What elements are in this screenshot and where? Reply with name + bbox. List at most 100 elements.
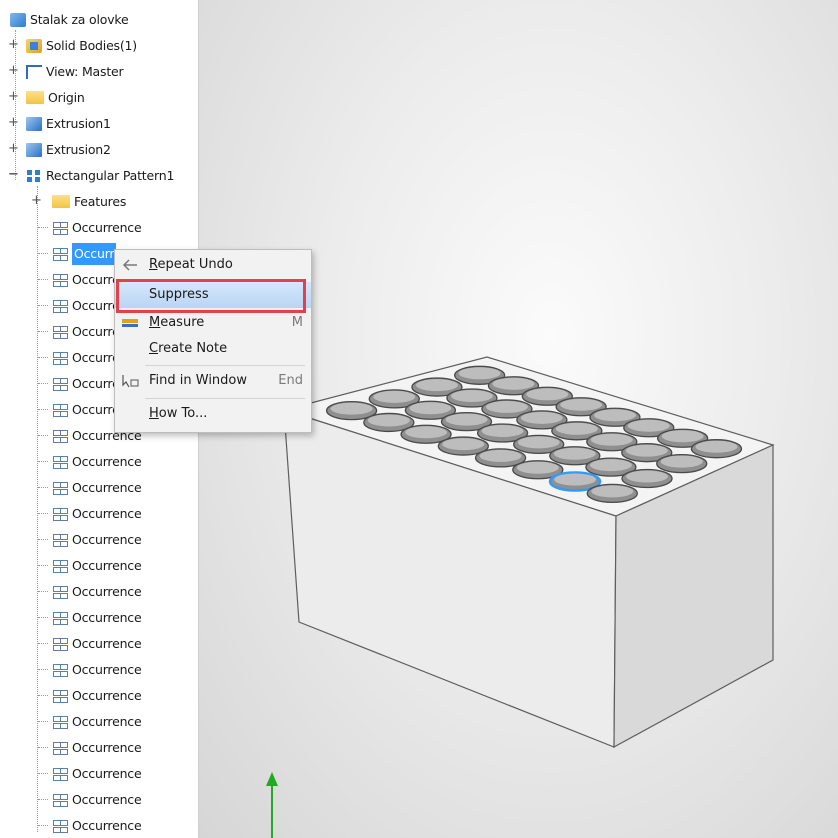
- expand-extrusion2-icon[interactable]: +: [8, 142, 19, 155]
- menu-item-suppress[interactable]: Suppress: [115, 282, 311, 308]
- expand-extrusion1-icon[interactable]: +: [8, 116, 19, 129]
- folder-icon: [52, 195, 70, 208]
- expand-features-icon[interactable]: +: [31, 194, 42, 207]
- browser-item-origin[interactable]: Origin: [26, 86, 85, 108]
- occurrence-icon: [52, 819, 68, 833]
- extrusion-icon: [26, 116, 42, 131]
- view-icon: [26, 64, 42, 79]
- hole-inner-wall: [661, 430, 704, 443]
- rectangular-pattern-icon: [26, 169, 42, 183]
- hole-inner-wall: [442, 438, 485, 451]
- browser-item-occurrence[interactable]: Occurrence: [52, 580, 142, 602]
- hole-inner-wall: [560, 398, 603, 411]
- hole-inner-wall: [492, 377, 535, 390]
- hole-inner-wall: [517, 436, 560, 449]
- hole-inner-wall: [526, 388, 569, 401]
- hole-inner-wall: [405, 426, 448, 439]
- hole-inner-wall: [409, 402, 452, 415]
- menu-item-repeat-undo[interactable]: Repeat Undo: [115, 252, 311, 278]
- browser-item-extrusion2[interactable]: Extrusion2: [26, 138, 111, 160]
- hole-inner-wall: [589, 459, 632, 472]
- occurrence-icon: [52, 429, 68, 443]
- occurrence-icon: [52, 273, 68, 287]
- occurrence-icon: [52, 663, 68, 677]
- browser-item-occurrence-selected[interactable]: Occurr: [52, 242, 117, 265]
- browser-root[interactable]: Stalak za olovke: [10, 8, 129, 30]
- hole-inner-wall: [520, 411, 563, 424]
- hole-inner-wall: [625, 444, 668, 457]
- menu-item-find-in-window[interactable]: Find in Window End: [115, 368, 311, 394]
- occurrence-icon: [52, 741, 68, 755]
- hole-inner-wall: [660, 455, 703, 468]
- browser-item-occurrence[interactable]: Occurrence: [52, 450, 142, 472]
- browser-item-occurrence[interactable]: Occurrence: [52, 554, 142, 576]
- browser-item-occurrence[interactable]: Occurrence: [52, 632, 142, 654]
- measure-icon: [122, 319, 138, 327]
- hole-inner-wall: [554, 473, 597, 486]
- browser-item-occurrence[interactable]: Occurrence: [52, 762, 142, 784]
- collapse-pattern-icon[interactable]: −: [8, 168, 19, 181]
- context-menu: Repeat Undo Suppress Measure M Create No…: [114, 249, 312, 433]
- occurrence-icon: [52, 767, 68, 781]
- occurrence-icon: [52, 403, 68, 417]
- browser-item-occurrence[interactable]: Occurrence: [52, 216, 142, 238]
- browser-item-occurrence[interactable]: Occurrence: [52, 502, 142, 524]
- occurrence-icon: [52, 351, 68, 365]
- solid-bodies-icon: [26, 38, 42, 53]
- part-icon: [10, 12, 26, 27]
- expand-origin-icon[interactable]: +: [8, 90, 19, 103]
- browser-item-occurrence[interactable]: Occurrence: [52, 814, 142, 836]
- occurrence-icon: [52, 247, 68, 261]
- browser-item-occurrence[interactable]: Occurrence: [52, 606, 142, 628]
- hole-inner-wall: [553, 447, 596, 460]
- occurrence-icon: [52, 611, 68, 625]
- browser-item-rectangular-pattern1[interactable]: Rectangular Pattern1: [26, 164, 174, 186]
- expand-view-icon[interactable]: +: [8, 64, 19, 77]
- occurrence-icon: [52, 585, 68, 599]
- occurrence-icon: [52, 559, 68, 573]
- occurrence-icon: [52, 689, 68, 703]
- hole-inner-wall: [450, 390, 493, 403]
- occurrence-icon: [52, 793, 68, 807]
- occurrence-icon: [52, 455, 68, 469]
- browser-item-occurrence[interactable]: Occurrence: [52, 528, 142, 550]
- occurrence-icon: [52, 377, 68, 391]
- hole-inner-wall: [445, 413, 488, 426]
- hole-inner-wall: [627, 419, 670, 432]
- folder-icon: [26, 91, 44, 104]
- browser-item-occurrence[interactable]: Occurrence: [52, 684, 142, 706]
- occurrence-icon: [52, 481, 68, 495]
- browser-item-view-master[interactable]: View: Master: [26, 60, 124, 82]
- view-triad-icon: [266, 772, 278, 838]
- occurrence-icon: [52, 221, 68, 235]
- hole-inner-wall: [555, 422, 598, 435]
- browser-item-features[interactable]: Features: [52, 190, 126, 212]
- occurrence-icon: [52, 715, 68, 729]
- browser-item-occurrence[interactable]: Occurrence: [52, 710, 142, 732]
- browser-item-occurrence[interactable]: Occurrence: [52, 658, 142, 680]
- browser-item-occurrence[interactable]: Occurrence: [52, 788, 142, 810]
- browser-item-extrusion1[interactable]: Extrusion1: [26, 112, 111, 134]
- browser-item-occurrence[interactable]: Occurrence: [52, 476, 142, 498]
- browser-item-solid-bodies[interactable]: Solid Bodies(1): [26, 34, 137, 56]
- occurrence-icon: [52, 637, 68, 651]
- browser-item-occurrence[interactable]: Occurrence: [52, 736, 142, 758]
- occurrence-icon: [52, 299, 68, 313]
- menu-item-create-note[interactable]: Create Note: [115, 336, 311, 362]
- hole-inner-wall: [479, 449, 522, 462]
- expand-solid-bodies-icon[interactable]: +: [8, 38, 19, 51]
- menu-item-how-to[interactable]: How To...: [115, 401, 311, 427]
- hole-inner-wall: [591, 485, 634, 498]
- undo-arrow-icon: [122, 259, 137, 271]
- hole-inner-wall: [593, 409, 636, 422]
- hole-inner-wall: [330, 402, 373, 415]
- hole-inner-wall: [415, 379, 458, 392]
- hole-inner-wall: [695, 440, 738, 453]
- hole-inner-wall: [367, 414, 410, 427]
- hole-inner-wall: [590, 433, 633, 446]
- find-in-window-icon: [122, 375, 139, 388]
- occurrence-icon: [52, 507, 68, 521]
- menu-item-measure[interactable]: Measure M: [115, 310, 311, 336]
- hole-inner-wall: [458, 367, 501, 380]
- hole-inner-wall: [373, 390, 416, 403]
